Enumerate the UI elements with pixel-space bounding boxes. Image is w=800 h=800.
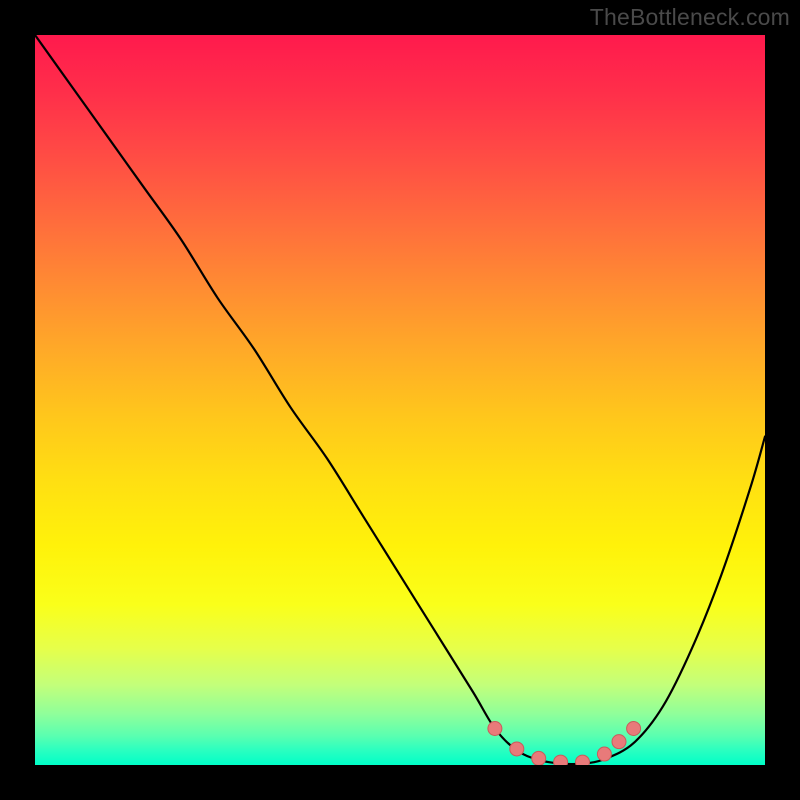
marker-dot: [576, 755, 590, 765]
marker-dot: [627, 722, 641, 736]
bottleneck-curve: [35, 35, 765, 765]
marker-dot: [597, 747, 611, 761]
marker-dot: [488, 722, 502, 736]
watermark-text: TheBottleneck.com: [590, 4, 790, 31]
marker-dot: [554, 755, 568, 765]
optimal-range-markers: [35, 35, 765, 765]
plot-area: [35, 35, 765, 765]
marker-dot: [532, 751, 546, 765]
chart-frame: TheBottleneck.com: [0, 0, 800, 800]
marker-dot: [612, 735, 626, 749]
marker-dot: [510, 742, 524, 756]
